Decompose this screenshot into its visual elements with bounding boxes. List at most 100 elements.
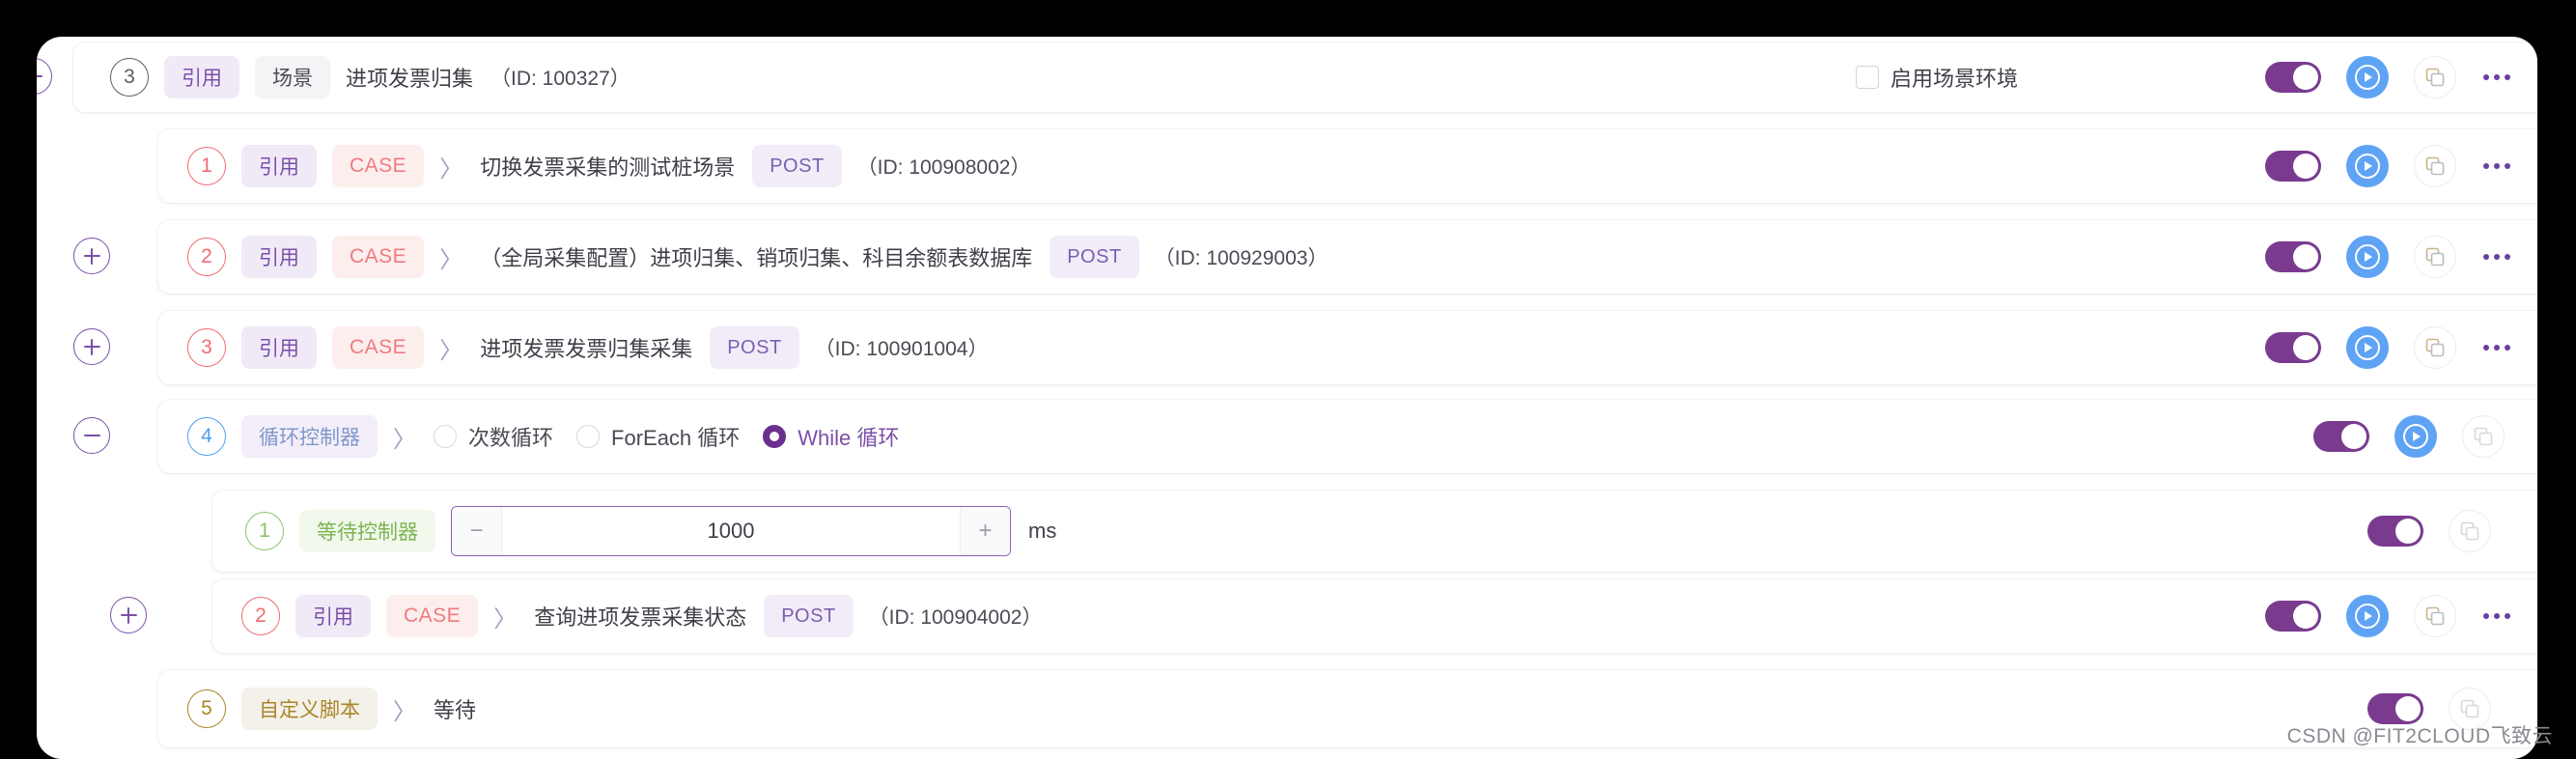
enable-step-toggle[interactable] — [2367, 516, 2423, 547]
more-dots-icon — [2483, 345, 2489, 351]
expand-step-handle[interactable] — [110, 597, 147, 633]
step-row-case-3[interactable]: 3 引用 CASE 〉 进项发票发票归集采集 POST （ID: 1009010… — [158, 311, 2537, 384]
more-options-button[interactable] — [2481, 339, 2512, 356]
case-type-tag[interactable]: CASE — [332, 236, 425, 278]
run-step-button[interactable] — [2346, 595, 2389, 637]
radio-while-loop[interactable]: While 循环 — [763, 421, 899, 452]
step-id: （ID: 100908002） — [856, 156, 1031, 179]
step-row-case-1[interactable]: 1 引用 CASE 〉 切换发票采集的测试桩场景 POST （ID: 10090… — [158, 129, 2537, 203]
enable-step-toggle[interactable] — [2265, 151, 2321, 182]
enable-scenario-env-label: 启用场景环境 — [1890, 67, 2019, 91]
quote-tag[interactable]: 引用 — [164, 56, 239, 98]
enable-step-toggle[interactable] — [2265, 601, 2321, 632]
checkbox-unchecked-icon[interactable] — [1856, 66, 1879, 89]
copy-step-button[interactable] — [2449, 510, 2491, 552]
chevron-right-icon: 〉 — [493, 605, 518, 632]
copy-step-button[interactable] — [2414, 56, 2456, 98]
wait-duration-stepper[interactable]: − + — [451, 506, 1011, 556]
step-index-badge: 1 — [245, 512, 284, 550]
copy-step-button[interactable] — [2414, 595, 2456, 637]
step-index-badge: 5 — [187, 689, 226, 728]
case-type-tag[interactable]: CASE — [332, 145, 425, 187]
expand-step-handle[interactable] — [73, 328, 110, 365]
enable-step-toggle[interactable] — [2265, 62, 2321, 93]
more-dots-icon — [2483, 74, 2489, 80]
wait-controller-row[interactable]: 1 等待控制器 − + ms — [212, 491, 2537, 572]
run-step-button[interactable] — [2346, 326, 2389, 369]
step-id: （ID: 100929003） — [1154, 247, 1329, 269]
quote-tag[interactable]: 引用 — [241, 145, 317, 187]
wait-controller-tag[interactable]: 等待控制器 — [299, 510, 435, 552]
run-play-icon — [2355, 244, 2380, 269]
enable-scenario-env-checkbox[interactable]: 启用场景环境 — [1856, 62, 2018, 93]
expand-step-handle[interactable] — [73, 238, 110, 274]
copy-step-button[interactable] — [2414, 145, 2456, 187]
enable-step-toggle[interactable] — [2265, 241, 2321, 272]
collapse-scenario-handle[interactable] — [37, 58, 52, 95]
copy-icon — [2474, 427, 2493, 446]
step-title[interactable]: 切换发票采集的测试桩场景 — [480, 151, 735, 182]
radio-unselected-icon[interactable] — [576, 425, 601, 448]
step-id: （ID: 100904002） — [868, 606, 1043, 629]
run-step-button[interactable] — [2346, 56, 2389, 98]
decrement-button[interactable]: − — [452, 507, 502, 555]
copy-icon — [2460, 699, 2479, 718]
step-title[interactable]: 进项发票发票归集采集 — [480, 332, 692, 363]
run-step-button[interactable] — [2346, 236, 2389, 278]
more-options-button[interactable] — [2481, 248, 2512, 266]
custom-script-tag[interactable]: 自定义脚本 — [241, 688, 378, 730]
step-index-badge: 3 — [187, 328, 226, 367]
radio-label: ForEach 循环 — [611, 426, 741, 450]
radio-unselected-icon[interactable] — [434, 425, 457, 448]
run-play-icon — [2403, 424, 2428, 449]
loop-mode-radio-group: 次数循环 ForEach 循环 While 循环 — [434, 421, 899, 452]
loop-controller-tag[interactable]: 循环控制器 — [241, 415, 378, 458]
step-title[interactable]: 查询进项发票采集状态 — [534, 601, 746, 632]
scenario-id: （ID: 100327） — [490, 68, 630, 90]
step-id: （ID: 100901004） — [814, 338, 989, 360]
case-type-tag[interactable]: CASE — [386, 595, 479, 637]
radio-count-loop[interactable]: 次数循环 — [434, 421, 553, 452]
more-options-button[interactable] — [2481, 69, 2512, 86]
scenario-step-panel: 3 引用 场景 进项发票归集 （ID: 100327） 启用场景环境 1 引用 … — [37, 37, 2537, 759]
http-method-tag: POST — [710, 326, 799, 369]
step-actions — [2265, 145, 2512, 187]
loop-controller-row[interactable]: 4 循环控制器 〉 次数循环 ForEach 循环 While 循环 — [158, 400, 2537, 473]
quote-tag[interactable]: 引用 — [241, 236, 317, 278]
run-step-button[interactable] — [2394, 415, 2437, 458]
http-method-tag: POST — [764, 595, 854, 637]
more-options-button[interactable] — [2481, 607, 2512, 625]
more-dots-icon — [2483, 254, 2489, 260]
copy-step-button[interactable] — [2414, 236, 2456, 278]
radio-selected-icon[interactable] — [763, 425, 787, 448]
run-play-icon — [2355, 604, 2380, 629]
step-index-badge: 3 — [110, 58, 149, 97]
quote-tag[interactable]: 引用 — [241, 326, 317, 369]
copy-step-button[interactable] — [2462, 415, 2505, 458]
enable-step-toggle[interactable] — [2313, 421, 2369, 452]
scenario-type-tag[interactable]: 场景 — [255, 56, 330, 98]
scenario-title[interactable]: 进项发票归集 — [346, 62, 473, 93]
quote-tag[interactable]: 引用 — [295, 595, 371, 637]
screenshot-root: 3 引用 场景 进项发票归集 （ID: 100327） 启用场景环境 1 引用 … — [0, 0, 2576, 759]
wait-duration-input[interactable] — [502, 507, 960, 555]
enable-step-toggle[interactable] — [2265, 332, 2321, 363]
wait-duration-unit: ms — [1028, 519, 1057, 543]
collapse-loop-handle[interactable] — [73, 417, 110, 454]
run-play-icon — [2355, 65, 2380, 90]
radio-foreach-loop[interactable]: ForEach 循环 — [576, 421, 740, 452]
toggle-knob — [2293, 604, 2318, 629]
copy-icon — [2425, 606, 2445, 626]
step-title[interactable]: （全局采集配置）进项归集、销项归集、科目余额表数据库 — [480, 241, 1032, 272]
run-step-button[interactable] — [2346, 145, 2389, 187]
copy-step-button[interactable] — [2414, 326, 2456, 369]
query-step-row[interactable]: 2 引用 CASE 〉 查询进项发票采集状态 POST （ID: 1009040… — [212, 579, 2537, 653]
step-title[interactable]: 等待 — [434, 693, 476, 724]
custom-script-row[interactable]: 5 自定义脚本 〉 等待 — [158, 670, 2537, 747]
step-row-case-2[interactable]: 2 引用 CASE 〉 （全局采集配置）进项归集、销项归集、科目余额表数据库 P… — [158, 220, 2537, 294]
case-type-tag[interactable]: CASE — [332, 326, 425, 369]
more-options-button[interactable] — [2481, 157, 2512, 175]
loop-actions — [2313, 415, 2505, 458]
increment-button[interactable]: + — [960, 507, 1010, 555]
scenario-header-row[interactable]: 3 引用 场景 进项发票归集 （ID: 100327） 启用场景环境 — [73, 42, 2537, 112]
